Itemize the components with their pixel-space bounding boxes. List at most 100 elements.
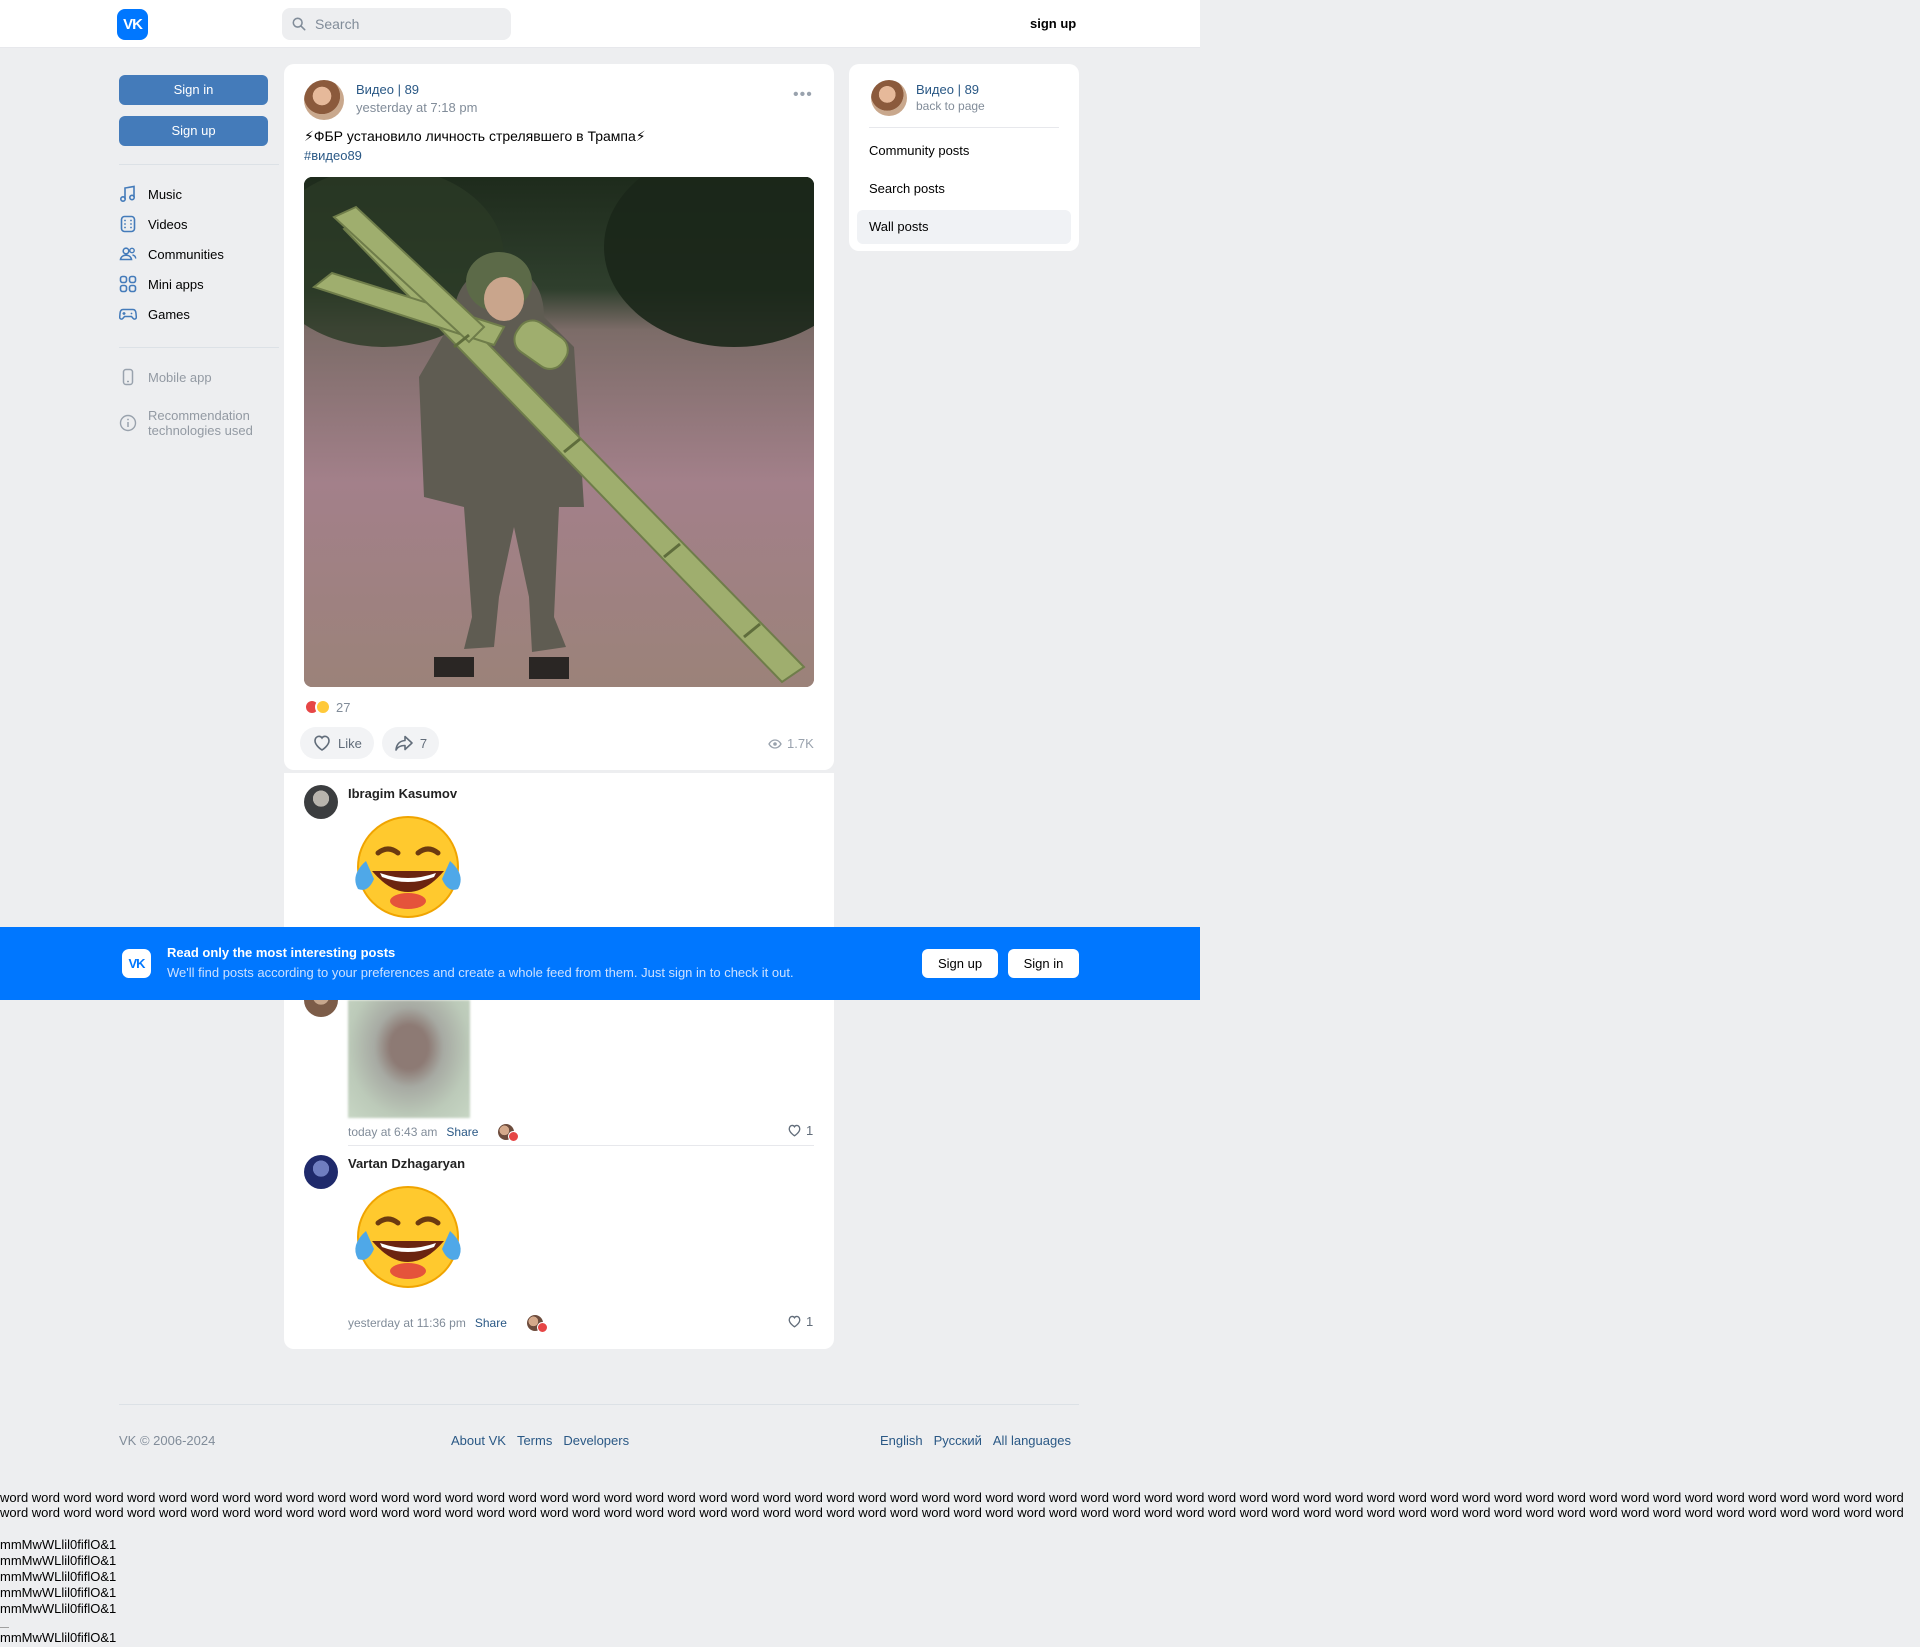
left-sidebar: Sign in Sign up Music Videos Communities… [119,75,279,438]
sidebar-item-communities[interactable]: Communities [119,239,279,269]
views-counter: 1.7K [768,736,814,751]
sidebar-item-mobile-app[interactable]: Mobile app [119,362,279,392]
sidebar-item-recommendation[interactable]: Recommendation technologies used [119,408,279,438]
footer-divider [119,1404,1079,1405]
reactions-summary[interactable]: 27 [304,699,350,715]
test-line: mmMwWLlil0fiflO&1 [0,1585,117,1600]
sign-in-button[interactable]: Sign in [119,75,268,105]
search-input[interactable] [315,16,495,32]
face-with-tears-of-joy-icon [355,816,461,918]
info-icon [119,414,137,432]
comments-section: Ibragim Kasumov today at 6:43 am Share 1… [284,773,834,1349]
commenter-name[interactable]: Ibragim Kasumov [348,786,457,801]
grid-icon [119,275,137,293]
sidebar-item-mini-apps[interactable]: Mini apps [119,269,279,299]
menu-search-posts[interactable]: Search posts [857,172,1071,206]
like-button[interactable]: Like [300,727,374,759]
sidebar-divider [119,164,279,165]
repeated-line-text: mmMwWLlil0fiflO&1 mmMwWLlil0fiflO&1 mmMwWL… [0,1537,116,1617]
liked-by-avatar[interactable] [498,1124,520,1142]
search-box[interactable] [282,8,511,40]
recommendation-label-1: Recommendation [148,408,250,423]
post-text: ⚡ФБР установило личность стрелявшего в Т… [304,128,646,144]
sidebar-divider [119,347,279,348]
horizontal-rule [0,1627,9,1628]
signup-link[interactable]: sign up [1030,16,1076,31]
comment-share-link[interactable]: Share [475,1316,507,1330]
footer-links: About VK Terms Developers [451,1433,640,1448]
liked-by-avatar[interactable] [526,1315,548,1333]
comment-like-button[interactable]: 1 [787,1123,813,1138]
post-hashtag[interactable]: #видео89 [304,148,362,163]
sign-up-button[interactable]: Sign up [119,116,268,146]
sidebar-item-label: Mini apps [148,276,204,292]
comment-like-button[interactable]: 1 [787,1314,813,1329]
more-options-icon[interactable]: ••• [793,86,813,104]
sidebar-item-games[interactable]: Games [119,299,279,329]
comment-share-link[interactable]: Share [446,1125,478,1139]
vk-logo: VK [122,949,151,978]
mobile-app-label: Mobile app [148,369,212,385]
heart-icon [314,735,330,751]
sidebar-item-label: Music [148,186,182,202]
vk-logo[interactable]: VK [117,9,148,40]
sidebar-item-videos[interactable]: Videos [119,209,279,239]
language-english[interactable]: English [880,1433,923,1448]
menu-community-posts[interactable]: Community posts [857,134,1071,168]
comment-attached-image[interactable] [348,1000,470,1118]
comment-like-count: 1 [806,1123,814,1138]
heart-icon [788,1315,801,1328]
phone-icon [122,368,134,386]
comment-time[interactable]: yesterday at 11:36 pm [348,1316,466,1330]
signin-promo-banner: VK Read only the most interesting posts … [0,927,1200,1000]
copyright: VK © 2006-2024 [119,1433,216,1448]
community-avatar[interactable] [304,80,344,120]
photo-soldier-with-bamboo-launcher [304,177,814,687]
comment-time[interactable]: today at 6:43 am [348,1125,437,1139]
post-time[interactable]: yesterday at 7:18 pm [356,100,477,115]
heart-icon [788,1124,801,1137]
panel-divider [869,127,1059,128]
language-russian[interactable]: Русский [934,1433,982,1448]
comment-meta: yesterday at 11:36 pm Share [348,1315,548,1333]
sidebar-item-label: Games [148,306,190,322]
share-icon [395,735,413,751]
banner-sign-in-button[interactable]: Sign in [1008,949,1079,978]
community-title[interactable]: Видео | 89 [916,82,979,97]
test-line: mmMwWLlil0fiflO&1 [0,1553,117,1568]
post-photo[interactable] [304,177,814,687]
music-icon [119,185,136,203]
sidebar-item-music[interactable]: Music [119,179,279,209]
top-header: VK sign up [0,0,1200,48]
reactions-count: 27 [336,699,351,715]
users-icon [119,247,137,261]
sidebar-item-label: Communities [148,246,224,262]
comment-like-count: 1 [806,1314,814,1329]
recommendation-label-2: technologies used [148,423,253,438]
post-author[interactable]: Видео | 89 [356,82,419,97]
right-panel: Видео | 89 back to page Community posts … [849,64,1079,251]
back-to-page-link[interactable]: back to page [916,99,985,113]
language-all[interactable]: All languages [993,1433,1071,1448]
laugh-reaction-icon [315,699,331,715]
comment-meta: today at 6:43 am Share [348,1124,520,1142]
gamepad-icon [119,308,137,320]
post-actions: Like 7 [300,727,447,759]
share-button[interactable]: 7 [381,727,440,759]
commenter-name[interactable]: Vartan Dzhagaryan [348,1156,465,1171]
test-line: mmMwWLlil0fiflO&1 [0,1569,117,1584]
menu-wall-posts[interactable]: Wall posts [857,210,1071,244]
post-card: Видео | 89 yesterday at 7:18 pm ••• ⚡ФБР… [284,64,834,770]
community-avatar[interactable] [871,80,907,116]
commenter-avatar[interactable] [304,1155,338,1189]
search-icon [292,17,306,31]
footer-link-terms[interactable]: Terms [517,1433,552,1448]
footer-link-developers[interactable]: Developers [563,1433,629,1448]
video-icon [120,215,136,233]
last-test-line: mmMwWLlil0fiflO&1 [0,1630,117,1645]
footer-link-about[interactable]: About VK [451,1433,506,1448]
like-label: Like [338,735,362,751]
comment-divider [348,1145,814,1146]
banner-sign-up-button[interactable]: Sign up [922,949,998,978]
commenter-avatar[interactable] [304,785,338,819]
